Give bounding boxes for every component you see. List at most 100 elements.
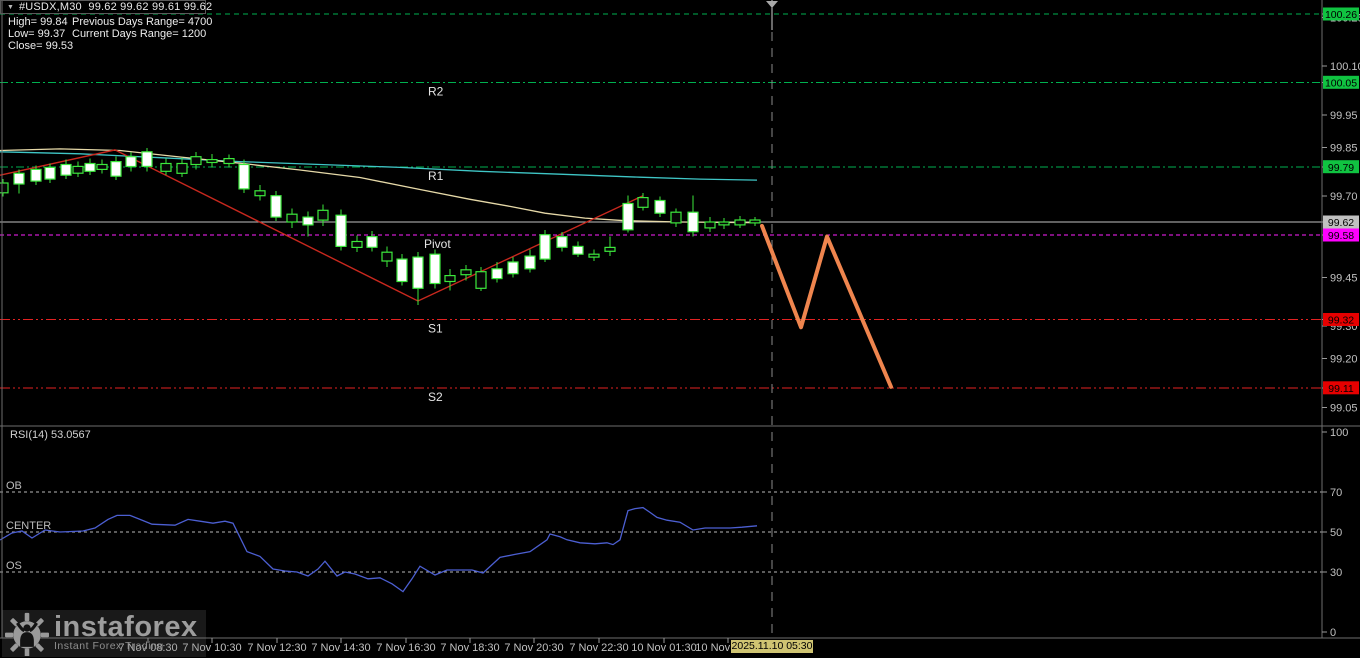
rsi-tick-label: 0 (1330, 627, 1336, 639)
price-badge-label: 99.79 (1328, 162, 1354, 174)
candle-body (734, 219, 746, 226)
price-tick-label: 99.70 (1330, 191, 1358, 203)
brand-name: instaforex (54, 611, 198, 643)
price-badge-label: 100.26 (1325, 9, 1357, 21)
candle-body (270, 195, 282, 218)
candle-body (524, 255, 536, 270)
candle-body (556, 236, 568, 248)
candle-body (412, 256, 424, 289)
level-label-S1: S1 (428, 322, 443, 336)
rsi-tick-label: 100 (1330, 427, 1348, 439)
price-badge-label: 99.58 (1328, 230, 1354, 242)
candle-body (0, 182, 9, 194)
info-close: Close= 99.53 (8, 40, 74, 52)
candle-body (335, 214, 347, 247)
candle-body (718, 221, 730, 226)
info-prev-range: Previous Days Range= 4700 (72, 16, 213, 28)
time-tick-label: 7 Nov 20:30 (504, 642, 563, 654)
ma-slow-line (0, 148, 761, 224)
candle-body (687, 211, 699, 233)
candle-body (13, 172, 25, 185)
price-tick-label: 100.10 (1330, 61, 1360, 73)
candle-body (749, 219, 761, 224)
candle-body (654, 199, 666, 214)
candle-body (588, 253, 600, 258)
level-label-R1: R1 (428, 169, 444, 183)
symbol-ohlc-title: #USDX,M30 99.62 99.62 99.61 99.62 (18, 1, 213, 13)
candle-body (704, 221, 716, 229)
price-tick-label: 99.05 (1330, 402, 1358, 414)
time-tick-label: 7 Nov 16:30 (376, 642, 435, 654)
rsi-zone-label-OS: OS (6, 560, 22, 572)
level-label-R2: R2 (428, 84, 444, 98)
candle-body (84, 162, 96, 172)
candle-body (223, 158, 235, 165)
separator-marker-icon (766, 1, 778, 8)
candle-body (670, 211, 682, 224)
candle-body (125, 156, 137, 168)
time-tick-label: 7 Nov 18:30 (440, 642, 499, 654)
crosshair-time-badge: 2025.11.10 05:30 (731, 640, 813, 653)
info-row: Low= 99.37 Current Days Range= 1200 (8, 28, 212, 40)
price-tick-label: 99.45 (1330, 272, 1358, 284)
candle-body (254, 190, 266, 197)
candle-body (110, 161, 122, 177)
price-tick-label: 99.95 (1330, 110, 1358, 122)
candle-body (351, 240, 363, 249)
rsi-tick-label: 30 (1330, 567, 1342, 579)
info-low: Low= 99.37 (8, 28, 66, 40)
candle-body (30, 168, 42, 182)
candle-body (176, 162, 188, 174)
candle-body (96, 163, 108, 171)
candle-body (622, 202, 634, 231)
candle-body (160, 162, 172, 172)
price-badge-label: 99.62 (1328, 217, 1354, 229)
candle-body (507, 261, 519, 275)
level-label-Pivot: Pivot (424, 237, 451, 251)
time-tick-label: 10 Nov 01:30 (631, 642, 696, 654)
broker-logo: instaforex Instant Forex Trading (2, 610, 206, 657)
time-tick-label: 7 Nov 14:30 (311, 642, 370, 654)
candle-body (286, 213, 298, 223)
candle-body (206, 159, 218, 164)
chart-canvas[interactable]: R2R1PivotS1S2OBCENTEROS100.25100.1099.95… (0, 0, 1360, 658)
candle-body (475, 271, 487, 289)
info-curr-range: Current Days Range= 1200 (72, 28, 207, 40)
mt4-chart-window: R2R1PivotS1S2OBCENTEROS100.25100.1099.95… (0, 0, 1360, 658)
candle-body (141, 151, 153, 168)
candle-body (637, 197, 649, 208)
info-row: High= 99.84 Previous Days Range= 4700 (8, 16, 212, 28)
candle-body (429, 253, 441, 285)
instaforex-gear-icon (5, 612, 49, 656)
price-badge-label: 99.11 (1328, 383, 1354, 395)
candle-body (460, 269, 472, 276)
candle-body (539, 234, 551, 260)
indicator-info-panel: High= 99.84 Previous Days Range= 4700 Low… (8, 16, 212, 52)
rsi-tick-label: 50 (1330, 527, 1342, 539)
price-badge-label: 100.05 (1325, 77, 1357, 89)
candle-body (572, 245, 584, 255)
candle-body (238, 163, 250, 190)
rsi-zone-label-OB: OB (6, 480, 22, 492)
dropdown-arrow-icon[interactable]: ▼ (7, 4, 14, 11)
symbol-dropdown[interactable]: ▼ #USDX,M30 99.62 99.62 99.61 99.62 (0, 0, 212, 14)
info-row: Close= 99.53 (8, 40, 212, 52)
candle-body (44, 166, 56, 180)
forecast-arrow-line (760, 223, 893, 389)
candle-body (604, 246, 616, 252)
price-tick-label: 99.20 (1330, 354, 1358, 366)
candle-body (396, 258, 408, 283)
candle-body (366, 236, 378, 248)
candle-body (444, 275, 456, 283)
candle-body (302, 216, 314, 226)
rsi-line (0, 506, 758, 593)
time-tick-label: 7 Nov 12:30 (247, 642, 306, 654)
price-badge-label: 99.32 (1328, 315, 1354, 327)
candle-body (60, 163, 72, 176)
candle-body (317, 209, 329, 221)
info-high: High= 99.84 (8, 16, 68, 28)
price-tick-label: 99.85 (1330, 142, 1358, 154)
level-label-S2: S2 (428, 390, 443, 404)
candle-body (190, 156, 202, 166)
rsi-indicator-label: RSI(14) 53.0567 (10, 429, 91, 441)
